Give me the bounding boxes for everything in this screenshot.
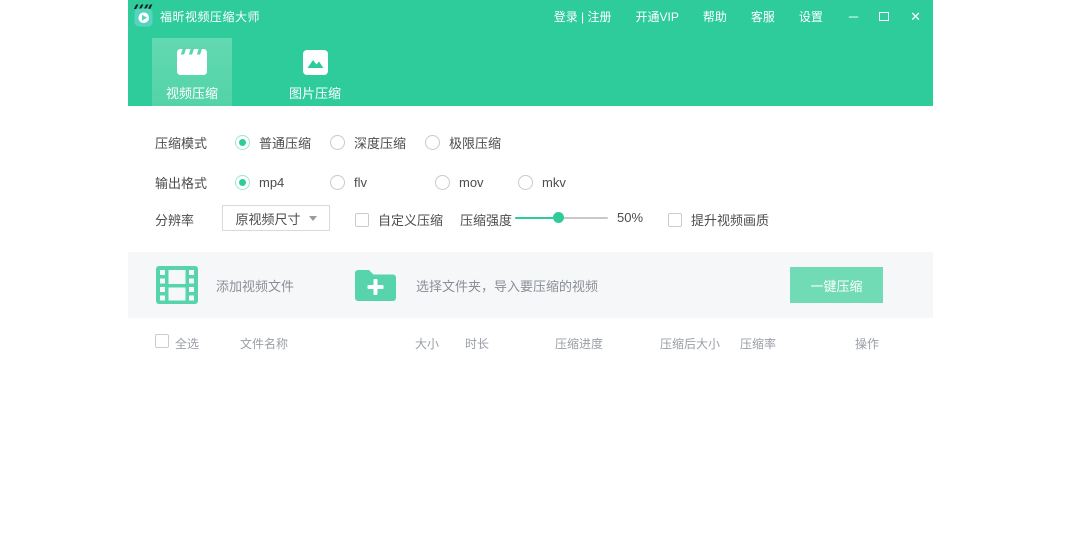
radio-selected-icon bbox=[235, 135, 250, 150]
radio-format-mov[interactable]: mov bbox=[435, 175, 518, 190]
select-folder-action[interactable]: 选择文件夹，导入要压缩的视频 bbox=[352, 266, 598, 304]
tab-bar: 视频压缩 图片压缩 bbox=[128, 38, 933, 106]
tab-image-compress[interactable]: 图片压缩 bbox=[275, 38, 355, 106]
radio-format-flv[interactable]: flv bbox=[330, 175, 435, 190]
radio-format-mp4[interactable]: mp4 bbox=[235, 175, 330, 190]
select-all-checkbox[interactable] bbox=[155, 334, 169, 348]
column-ratio: 压缩率 bbox=[740, 335, 776, 352]
strength-slider[interactable] bbox=[515, 205, 608, 231]
login-register-link[interactable]: 登录 | 注册 bbox=[554, 8, 612, 25]
checkbox-icon bbox=[355, 213, 369, 227]
close-icon[interactable]: ✕ bbox=[910, 10, 921, 23]
custom-compress-checkbox[interactable]: 自定义压缩 bbox=[355, 210, 443, 229]
support-link[interactable]: 客服 bbox=[751, 8, 775, 25]
select-all-label: 全选 bbox=[175, 335, 199, 352]
resolution-dropdown-value: 原视频尺寸 bbox=[235, 209, 300, 228]
window-controls: ─ ✕ bbox=[849, 10, 921, 23]
vip-link[interactable]: 开通VIP bbox=[635, 8, 678, 25]
column-actions: 操作 bbox=[855, 335, 879, 352]
strength-percent: 50% bbox=[617, 210, 643, 225]
add-video-label: 添加视频文件 bbox=[216, 276, 294, 295]
column-compressed-size: 压缩后大小 bbox=[660, 335, 720, 352]
titlebar-menu: 登录 | 注册 开通VIP 帮助 客服 设置 bbox=[554, 8, 823, 25]
radio-unselected-icon bbox=[425, 135, 440, 150]
radio-format-mkv[interactable]: mkv bbox=[518, 175, 566, 190]
app-title: 福昕视频压缩大师 bbox=[160, 8, 260, 25]
tab-video-label: 视频压缩 bbox=[166, 83, 218, 102]
compression-mode-row: 压缩模式 普通压缩 深度压缩 极限压缩 bbox=[128, 128, 933, 156]
settings-link[interactable]: 设置 bbox=[799, 8, 823, 25]
tab-video-compress[interactable]: 视频压缩 bbox=[152, 38, 232, 106]
maximize-icon[interactable] bbox=[879, 12, 889, 21]
enhance-quality-checkbox[interactable]: 提升视频画质 bbox=[668, 210, 769, 229]
slider-fill bbox=[515, 217, 558, 219]
radio-unselected-icon bbox=[330, 135, 345, 150]
output-format-row: 输出格式 mp4 flv mov mkv bbox=[128, 168, 933, 196]
output-format-label: 输出格式 bbox=[155, 173, 235, 192]
chevron-down-icon bbox=[309, 216, 317, 221]
app-window: 福昕视频压缩大师 登录 | 注册 开通VIP 帮助 客服 设置 ─ ✕ bbox=[128, 0, 933, 533]
content: 压缩模式 普通压缩 深度压缩 极限压缩 输出格式 bbox=[128, 128, 933, 352]
checkbox-icon bbox=[668, 213, 682, 227]
radio-extreme-compress[interactable]: 极限压缩 bbox=[425, 133, 501, 152]
folder-plus-icon bbox=[352, 266, 399, 304]
tab-image-label: 图片压缩 bbox=[289, 83, 341, 102]
film-strip-icon bbox=[155, 265, 199, 305]
radio-unselected-icon bbox=[518, 175, 533, 190]
compression-mode-label: 压缩模式 bbox=[155, 133, 235, 152]
column-progress: 压缩进度 bbox=[555, 335, 603, 352]
radio-unselected-icon bbox=[435, 175, 450, 190]
select-folder-label: 选择文件夹，导入要压缩的视频 bbox=[416, 276, 598, 295]
titlebar: 福昕视频压缩大师 登录 | 注册 开通VIP 帮助 客服 设置 ─ ✕ bbox=[128, 0, 933, 28]
radio-selected-icon bbox=[235, 175, 250, 190]
resolution-dropdown[interactable]: 原视频尺寸 bbox=[222, 205, 330, 231]
column-size: 大小 bbox=[415, 335, 439, 352]
minimize-icon[interactable]: ─ bbox=[849, 10, 858, 23]
screen: 福昕视频压缩大师 登录 | 注册 开通VIP 帮助 客服 设置 ─ ✕ bbox=[0, 0, 1066, 533]
compress-button[interactable]: 一键压缩 bbox=[790, 267, 883, 303]
header: 福昕视频压缩大师 登录 | 注册 开通VIP 帮助 客服 设置 ─ ✕ bbox=[128, 0, 933, 106]
resolution-row: 分辨率 原视频尺寸 自定义压缩 压缩强度 50% bbox=[128, 205, 933, 231]
radio-deep-compress[interactable]: 深度压缩 bbox=[330, 133, 425, 152]
radio-unselected-icon bbox=[330, 175, 345, 190]
file-table-header: 全选 文件名称 大小 时长 压缩进度 压缩后大小 压缩率 操作 bbox=[128, 332, 933, 352]
add-video-files-action[interactable]: 添加视频文件 bbox=[155, 265, 294, 305]
resolution-label: 分辨率 bbox=[155, 210, 194, 229]
picture-icon bbox=[302, 47, 329, 77]
radio-normal-compress[interactable]: 普通压缩 bbox=[235, 133, 330, 152]
app-logo-icon bbox=[134, 4, 154, 28]
help-link[interactable]: 帮助 bbox=[703, 8, 727, 25]
clapperboard-icon bbox=[176, 47, 208, 77]
column-file-name: 文件名称 bbox=[240, 335, 288, 352]
import-bar: 添加视频文件 选择文件夹，导入要压缩的视频 一键压缩 bbox=[128, 252, 933, 318]
strength-label: 压缩强度 bbox=[460, 210, 512, 229]
slider-handle[interactable] bbox=[553, 212, 564, 223]
column-duration: 时长 bbox=[465, 335, 489, 352]
